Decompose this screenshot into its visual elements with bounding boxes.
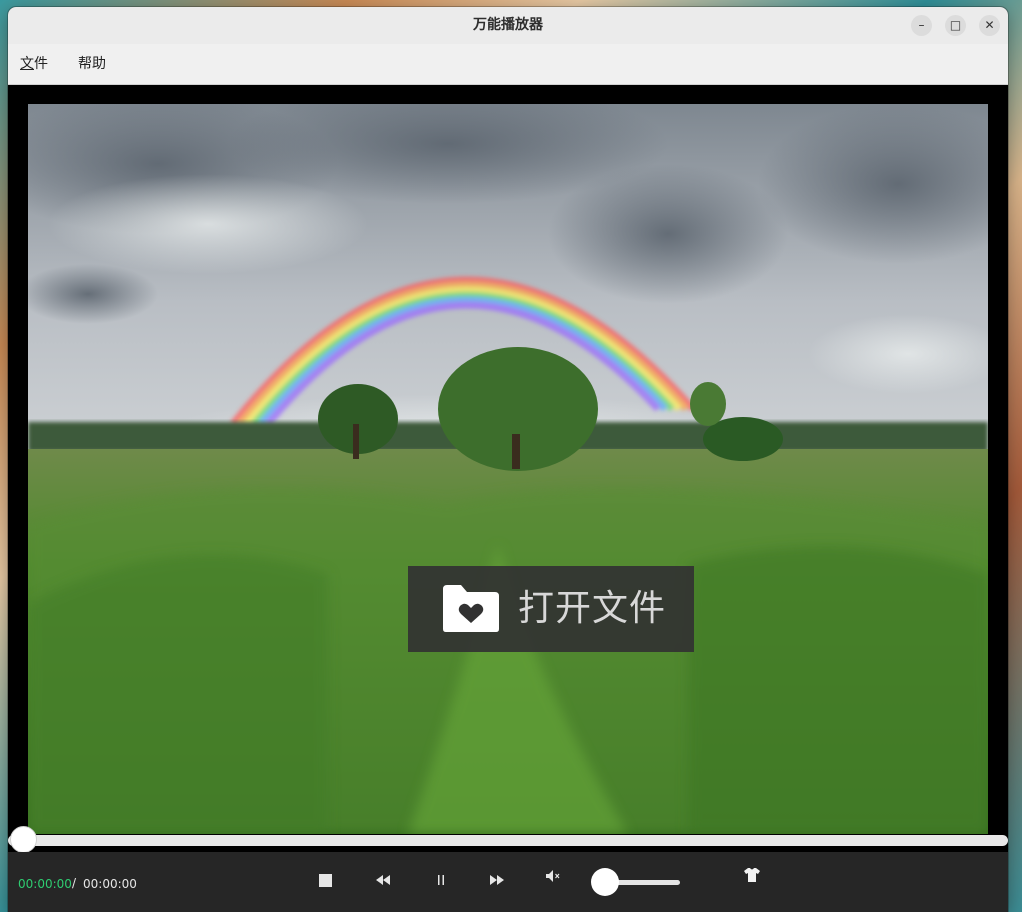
maximize-button[interactable]: □ <box>945 15 966 36</box>
minimize-button[interactable]: – <box>911 15 932 36</box>
close-button[interactable]: ✕ <box>979 15 1000 36</box>
pause-icon[interactable] <box>431 870 451 890</box>
current-time: 00:00:00 <box>18 877 72 891</box>
menu-bar: 文件 帮助 <box>8 44 1008 85</box>
volume-slider-handle[interactable] <box>591 868 619 896</box>
menu-file[interactable]: 文件 <box>20 44 48 84</box>
progress-slider-handle[interactable] <box>10 826 37 853</box>
fast-forward-icon[interactable] <box>487 870 507 890</box>
folder-heart-icon <box>443 585 499 632</box>
menu-file-label: 件 <box>34 56 48 72</box>
time-separator: / <box>72 876 77 890</box>
rewind-icon[interactable] <box>373 870 393 890</box>
video-area[interactable]: 打开文件 <box>28 104 988 834</box>
video-frame-image <box>28 104 988 834</box>
title-bar[interactable]: 万能播放器 – □ ✕ <box>8 7 1008 45</box>
total-time: 00:00:00 <box>83 877 137 891</box>
open-file-label: 打开文件 <box>518 588 667 629</box>
player-window: 万能播放器 – □ ✕ 文件 帮助 打开文件 00:00:00 / 00:00:… <box>8 7 1008 912</box>
control-bar: 00:00:00 / 00:00:00 <box>8 852 1008 912</box>
menu-help[interactable]: 帮助 <box>78 44 106 84</box>
open-file-button[interactable]: 打开文件 <box>408 566 694 652</box>
menu-file-mnemonic: 文 <box>20 56 34 72</box>
stop-icon[interactable] <box>316 870 336 890</box>
progress-slider[interactable] <box>8 835 1008 846</box>
tshirt-icon[interactable] <box>742 865 762 885</box>
volume-mute-icon[interactable] <box>543 866 563 886</box>
window-title: 万能播放器 <box>473 17 543 33</box>
